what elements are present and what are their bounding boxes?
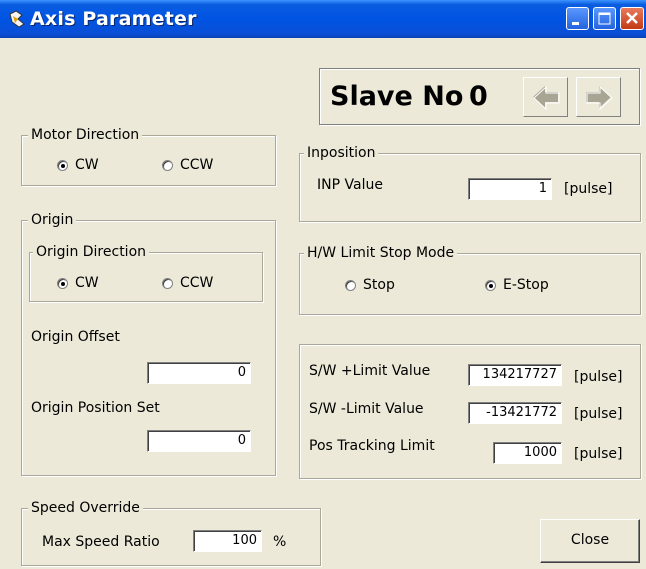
origin-offset-label: Origin Offset — [31, 329, 120, 345]
radio-unchecked-icon — [162, 277, 173, 289]
minimize-icon — [572, 22, 579, 25]
hw-limit-title: H/W Limit Stop Mode — [304, 244, 458, 262]
next-slave-button[interactable] — [576, 77, 621, 117]
close-window-button[interactable] — [620, 7, 644, 30]
inp-value-label: INP Value — [317, 177, 383, 193]
radio-checked-icon — [57, 277, 68, 289]
slave-label: Slave No — [330, 81, 464, 112]
radio-unchecked-icon — [162, 159, 173, 171]
max-speed-ratio-label: Max Speed Ratio — [42, 534, 160, 550]
close-icon — [626, 12, 638, 24]
radio-label: CCW — [180, 157, 214, 173]
inp-value-input[interactable]: 1 — [468, 178, 552, 200]
motor-direction-title: Motor Direction — [28, 126, 143, 144]
speed-override-title: Speed Override — [28, 499, 143, 517]
sw-plus-limit-label: S/W +Limit Value — [309, 363, 431, 379]
inposition-title: Inposition — [304, 144, 379, 162]
maximize-button[interactable] — [593, 7, 616, 30]
radio-label: CW — [75, 157, 99, 173]
origin-direction-cw-radio[interactable]: CW — [57, 274, 99, 292]
window-title: Axis Parameter — [30, 8, 197, 30]
radio-label: Stop — [363, 277, 395, 293]
radio-checked-icon — [485, 279, 496, 291]
origin-direction-ccw-radio[interactable]: CCW — [162, 274, 213, 292]
origin-offset-input[interactable]: 0 — [147, 362, 251, 384]
sw-minus-limit-label: S/W -Limit Value — [309, 401, 424, 417]
close-button[interactable]: Close — [540, 519, 640, 563]
inp-unit-label: [pulse] — [564, 181, 613, 197]
pos-tracking-limit-unit: [pulse] — [574, 446, 623, 462]
app-icon — [9, 10, 25, 28]
maximize-icon — [598, 12, 611, 25]
title-bar[interactable]: Axis Parameter — [0, 0, 646, 38]
origin-position-set-input[interactable]: 0 — [147, 430, 251, 452]
arrow-left-icon — [533, 85, 560, 111]
hw-limit-stop-radio[interactable]: Stop — [345, 276, 395, 294]
slave-number: 0 — [469, 81, 488, 112]
pos-tracking-limit-input[interactable]: 1000 — [493, 442, 562, 464]
sw-minus-limit-input[interactable]: -13421772 — [468, 402, 562, 424]
motor-direction-cw-radio[interactable]: CW — [57, 156, 99, 174]
radio-label: E-Stop — [503, 277, 549, 293]
prev-slave-button[interactable] — [523, 77, 568, 117]
pos-tracking-limit-label: Pos Tracking Limit — [309, 438, 435, 454]
arrow-right-icon — [586, 85, 613, 111]
axis-parameter-window: Axis Parameter Slave No 0 Motor Directio… — [0, 0, 646, 569]
sw-plus-limit-input[interactable]: 134217727 — [468, 364, 562, 386]
max-speed-ratio-input[interactable]: 100 — [193, 530, 262, 552]
radio-label: CW — [75, 275, 99, 291]
origin-title: Origin — [28, 211, 77, 229]
minimize-button[interactable] — [566, 7, 589, 30]
radio-label: CCW — [180, 275, 214, 291]
hw-limit-estop-radio[interactable]: E-Stop — [485, 276, 549, 294]
sw-minus-limit-unit: [pulse] — [574, 406, 623, 422]
origin-position-set-label: Origin Position Set — [31, 400, 160, 416]
radio-unchecked-icon — [345, 279, 356, 291]
sw-plus-limit-unit: [pulse] — [574, 369, 623, 385]
motor-direction-ccw-radio[interactable]: CCW — [162, 156, 213, 174]
max-speed-ratio-unit: % — [273, 534, 287, 550]
radio-checked-icon — [57, 159, 68, 171]
origin-direction-title: Origin Direction — [33, 243, 150, 261]
